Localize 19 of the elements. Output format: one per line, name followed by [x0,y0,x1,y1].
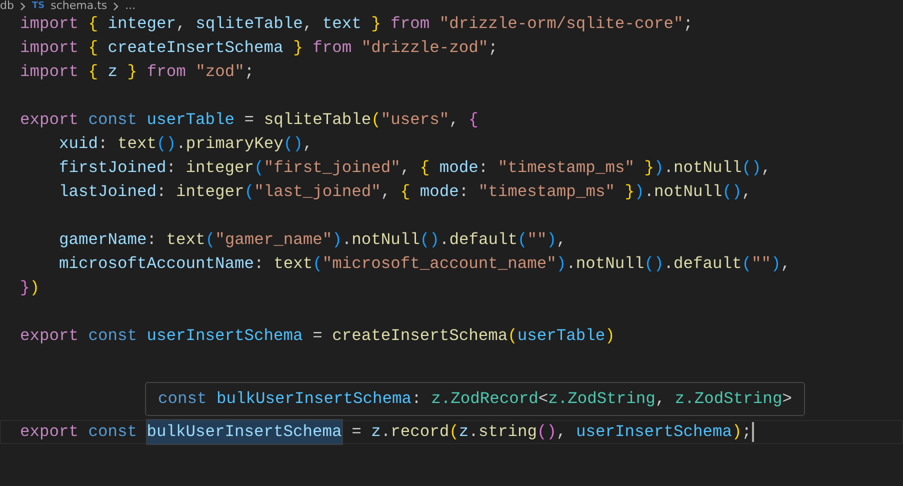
code-line: firstJoined: integer("first_joined", { mode: "timestamp_ms" }).notNull(), [58,157,772,179]
code-line: }) [20,277,41,299]
code-line: lastJoined: integer("last_joined", { mode: "timestamp_ms" }).notNull(), [58,181,753,203]
chevron-icon [113,2,120,10]
hover-tooltip: const bulkUserInsertSchema: z.ZodRecord<z.ZodString, z.ZodString> [145,382,805,416]
breadcrumb-more[interactable]: ... [125,0,136,12]
code-line: gamerName: text("gamer_name").notNull().default(""), [58,229,568,251]
code-line: export const userInsertSchema = createInsertSchema(userTable) [20,325,616,347]
chevron-icon [20,2,26,10]
typescript-file-icon: TS [32,0,45,12]
breadcrumb-file[interactable]: schema.ts [50,0,108,12]
code-line: export const bulkUserInsertSchema = z.record(z.string(), userInsertSchema); [0,420,903,444]
code-line: microsoftAccountName: text("microsoft_account_name").notNull().default(""), [58,253,792,275]
code-line: import { integer, sqliteTable, text } from "drizzle-orm/sqlite-core"; [20,13,694,35]
code-line: xuid: text().primaryKey(), [58,133,314,155]
code-line: import { createInsertSchema } from "drizzle-zod"; [20,37,499,59]
code-line: export const userTable = sqliteTable("users", { [20,109,480,131]
code-line: import { z } from "zod"; [20,61,256,83]
breadcrumb-folder[interactable]: db [0,0,14,12]
